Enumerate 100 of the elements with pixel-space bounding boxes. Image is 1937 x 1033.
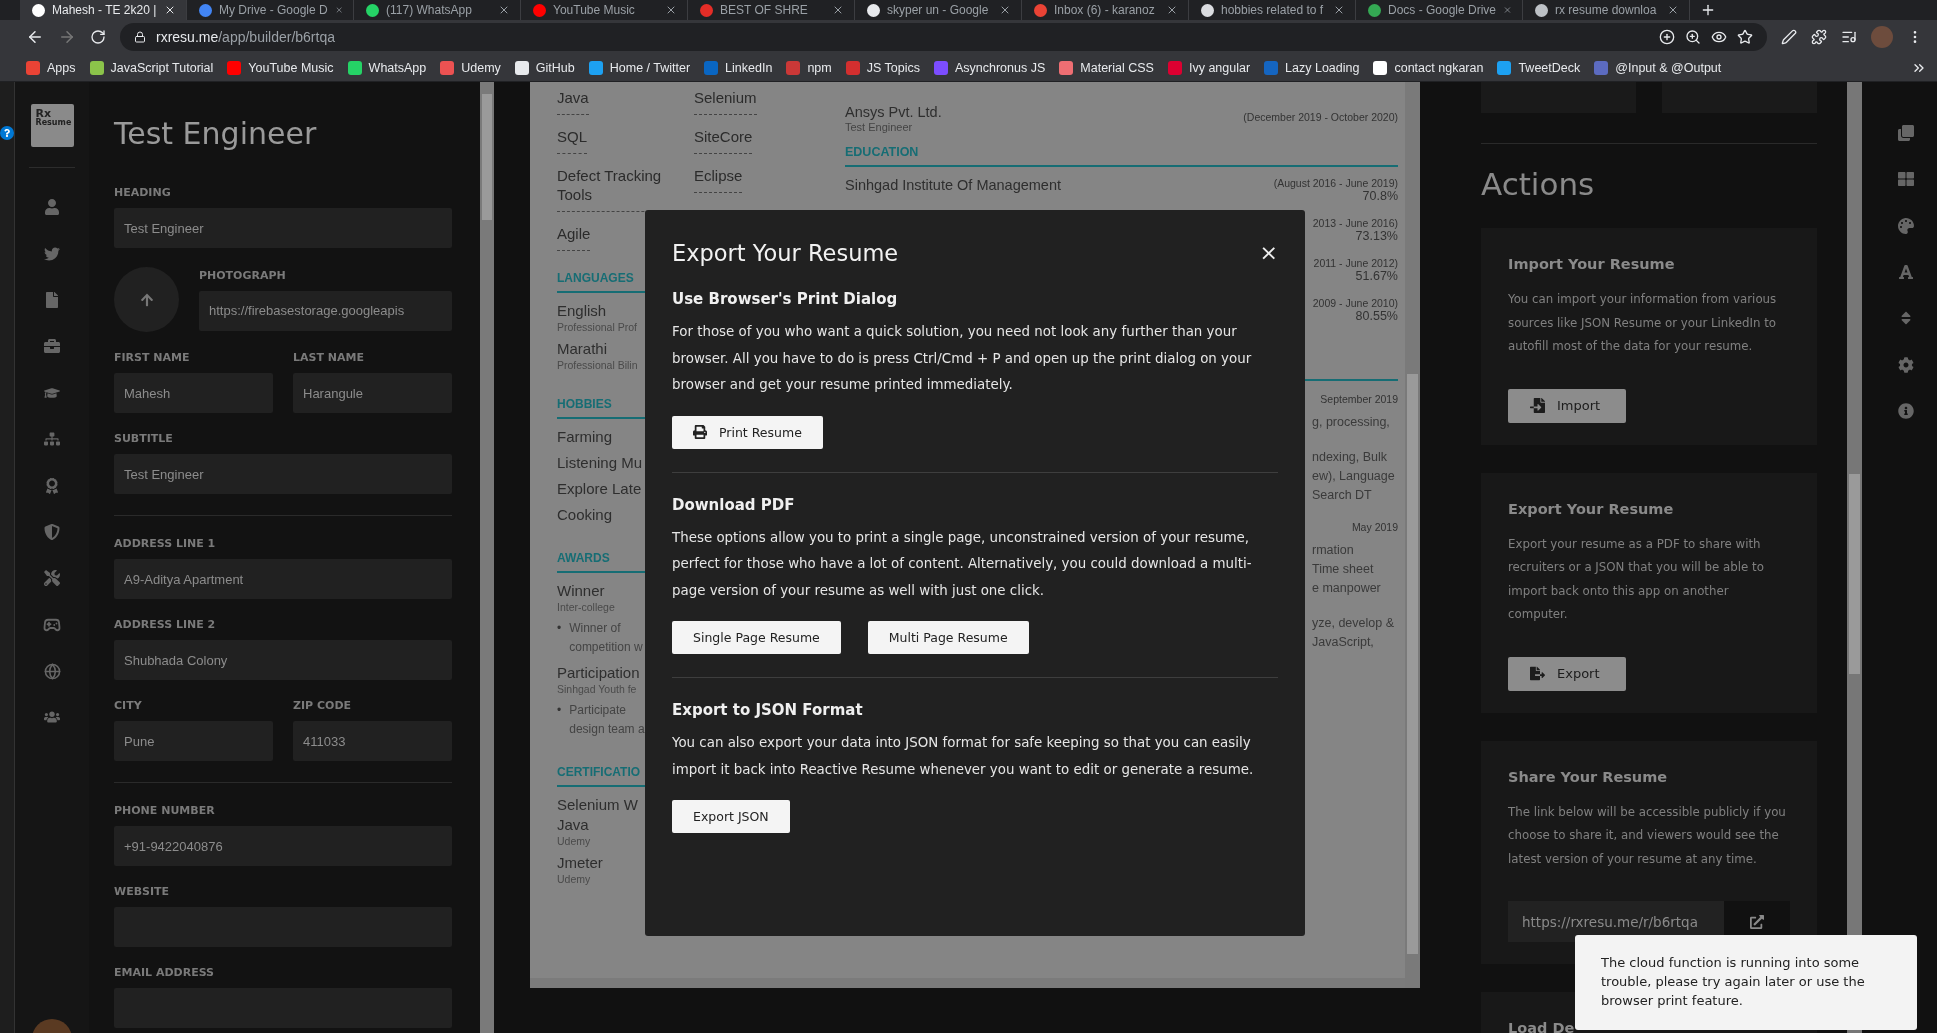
close-button[interactable]: × [1259, 242, 1278, 264]
score: 51.67% [1355, 269, 1398, 283]
palette-icon[interactable] [1897, 217, 1914, 234]
briefcase-icon[interactable] [44, 338, 60, 355]
bookmark-link[interactable]: TweetDeck [1497, 60, 1581, 75]
item-text: Participate design team a [569, 702, 645, 738]
input-field[interactable]: Shubhada Colony [114, 640, 452, 680]
close-icon[interactable] [498, 4, 510, 16]
field-label: FIRST NAME [114, 351, 191, 365]
bookmark-link[interactable]: LinkedIn [704, 60, 773, 75]
settings-icon[interactable] [1897, 356, 1914, 373]
export-button[interactable]: Export [1508, 656, 1626, 691]
close-icon[interactable] [1166, 4, 1178, 16]
skill-name: Agile [557, 224, 591, 251]
help-icon[interactable] [0, 126, 14, 140]
star-icon[interactable] [1737, 29, 1753, 45]
puzzle-icon[interactable] [1811, 29, 1827, 45]
field-label: WEBSITE [114, 885, 171, 899]
dialog-button[interactable]: Export JSON [672, 800, 790, 833]
bookmark-link[interactable]: npm [786, 60, 832, 75]
input-field[interactable]: Test Engineer [114, 454, 452, 494]
info-icon[interactable] [1897, 402, 1914, 419]
close-icon[interactable] [999, 4, 1011, 16]
input-field[interactable]: Test Engineer [114, 208, 452, 248]
item-subtitle: Professional Prof [557, 321, 637, 333]
forward-icon[interactable] [58, 28, 76, 46]
dialog-title: Export Your Resume [672, 240, 899, 266]
text-line: e manpower [1312, 580, 1381, 597]
font-icon[interactable] [1897, 264, 1914, 281]
input-field[interactable]: Pune [114, 721, 273, 761]
browser-tab[interactable]: Mahesh - TE 2k20 | [20, 0, 187, 20]
input-field[interactable]: 411033 [293, 721, 452, 761]
dialog-button[interactable]: Multi Page Resume [867, 621, 1029, 654]
bookmark-link[interactable]: JS Topics [845, 60, 920, 75]
add-circle-icon[interactable] [1659, 29, 1675, 45]
input-field[interactable]: Harangule [293, 373, 452, 413]
address-bar[interactable]: rxresu.me/app/builder/b6rtqa [120, 23, 1767, 51]
section-text: For those of you who want a quick solution, you need not look any further than your browser. All you have to do is press Ctrl/Cmd + P and open up the print dialog on your browser and get your resume printed immediately. [672, 323, 1253, 394]
cards-icon[interactable] [1897, 125, 1914, 142]
dialog-button[interactable]: Single Page Resume [672, 621, 841, 654]
input-field[interactable]: https://firebasestorage.googleapis [199, 290, 452, 331]
close-icon[interactable] [164, 4, 176, 16]
import-button[interactable]: Import [1508, 388, 1627, 423]
close-icon[interactable] [1667, 4, 1679, 16]
new-tab-icon[interactable] [1700, 2, 1716, 18]
layout-icon[interactable] [1897, 171, 1914, 188]
shield-icon[interactable] [44, 523, 60, 540]
score: 73.13% [1355, 229, 1398, 243]
bookmark-link[interactable]: Asynchronus JS [933, 60, 1046, 75]
bookmark-link[interactable]: Material CSS [1059, 60, 1154, 75]
tools-icon[interactable] [44, 570, 60, 587]
people-icon[interactable] [44, 709, 60, 726]
app-logo: Rx Resume [30, 104, 74, 147]
section-text: These options allow you to print a single page, unconstrained version of your resume, perfect for those who have a lot of content. Alternatively, you could download a multi-page version of your resume as well with just one click. [672, 528, 1253, 600]
bookmark-link[interactable]: YouTube Music [227, 60, 334, 75]
skill-name: SQL [557, 127, 587, 154]
input-field[interactable]: A9-Aditya Apartment [114, 559, 452, 599]
card-title: Share Your Resume [1508, 768, 1669, 785]
bookmark-link[interactable]: GitHub [514, 60, 575, 75]
reload-icon[interactable] [90, 29, 106, 45]
field-label: EMAIL ADDRESS [114, 966, 215, 980]
zoom-icon[interactable] [1685, 29, 1701, 45]
section-heading: HOBBIES [557, 397, 612, 411]
section-heading: Export to JSON Format [672, 701, 864, 719]
bookmark-link[interactable]: JavaScript Tutorial [89, 60, 214, 75]
bookmark-link[interactable]: contact ngkaran [1373, 60, 1484, 75]
item-title: Participation [557, 663, 640, 683]
hierarchy-icon[interactable] [44, 431, 60, 448]
input-field[interactable]: +91-9422040876 [114, 826, 452, 866]
text-line: yze, develop & [1312, 615, 1394, 632]
bookmark-link[interactable]: Apps [26, 60, 76, 75]
bookmark-link[interactable]: WhatsApp [347, 60, 427, 75]
bookmark-link[interactable]: @Input & @Output [1594, 60, 1722, 75]
pen-icon[interactable] [1781, 29, 1797, 45]
close-icon[interactable] [1333, 4, 1345, 16]
person-icon[interactable] [44, 199, 60, 216]
playlist-icon[interactable] [1841, 29, 1857, 45]
date-text: May 2019 [1351, 521, 1398, 533]
document-icon[interactable] [44, 291, 60, 308]
close-icon[interactable] [832, 4, 844, 16]
bird-icon[interactable] [44, 245, 60, 262]
item-title: Marathi [557, 339, 608, 359]
dialog-button[interactable]: Print Resume [672, 415, 823, 449]
eye-icon[interactable] [1711, 29, 1727, 45]
bookmark-link[interactable]: Lazy Loading [1264, 60, 1360, 75]
close-icon[interactable] [665, 4, 677, 16]
date-range: (August 2016 - June 2019) [1273, 177, 1398, 189]
section-heading: LANGUAGES [557, 271, 634, 285]
date-text: September 2019 [1320, 393, 1398, 405]
award-icon[interactable] [44, 477, 60, 494]
bookmark-link[interactable]: Ivy angular [1167, 60, 1251, 75]
bookmark-link[interactable]: Udemy [440, 60, 501, 75]
globe-icon[interactable] [43, 662, 61, 680]
back-icon[interactable] [26, 28, 44, 46]
section-heading: CERTIFICATIO [557, 765, 641, 779]
item-subtitle: Udemy [557, 873, 591, 885]
file-import-icon [1530, 398, 1545, 413]
item-title: English [557, 301, 607, 321]
bookmark-link[interactable]: Home / Twitter [588, 60, 691, 75]
input-field[interactable]: Mahesh [114, 373, 273, 413]
